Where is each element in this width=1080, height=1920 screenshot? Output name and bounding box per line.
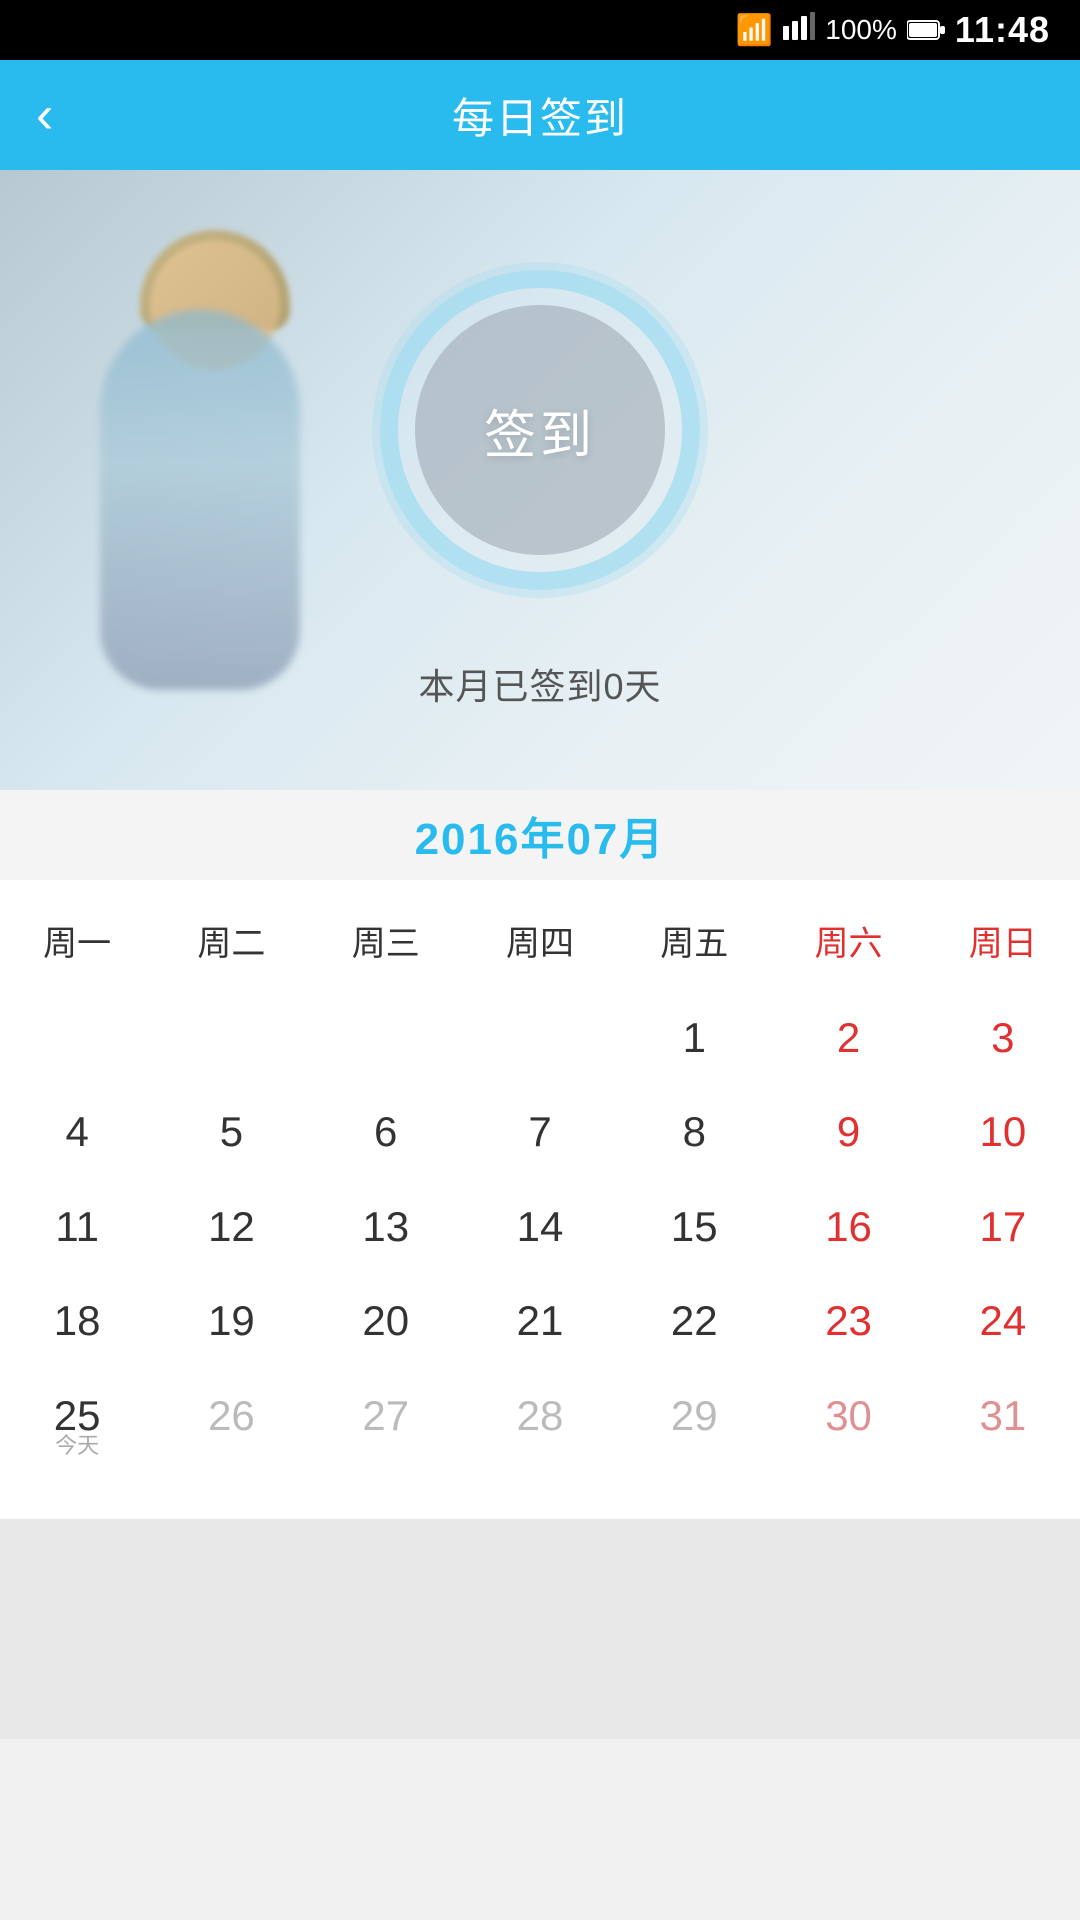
checkin-status-text: 本月已签到0天 — [418, 658, 661, 710]
weekday-sun: 周日 — [926, 900, 1080, 981]
day-cell-30[interactable]: 30 — [771, 1369, 925, 1479]
checkin-outer-ring: 签到 — [380, 270, 700, 590]
day-cell-13[interactable]: 13 — [309, 1180, 463, 1274]
weekday-sat: 周六 — [771, 900, 925, 981]
status-icons: 📶 100% 11:48 — [736, 9, 1050, 51]
day-cell-28[interactable]: 28 — [463, 1369, 617, 1479]
battery-percent: 100% — [825, 14, 897, 46]
calendar-month-header: 2016年07月 — [0, 790, 1080, 880]
day-cell-14[interactable]: 14 — [463, 1180, 617, 1274]
weekday-fri: 周五 — [617, 900, 771, 981]
wifi-icon: 📶 — [736, 13, 773, 48]
status-bar: 📶 100% 11:48 — [0, 0, 1080, 60]
day-cell — [154, 991, 308, 1085]
day-cell-12[interactable]: 12 — [154, 1180, 308, 1274]
day-cell — [309, 991, 463, 1085]
day-cell-17[interactable]: 17 — [926, 1180, 1080, 1274]
weekday-mon: 周一 — [0, 900, 154, 981]
day-cell-16[interactable]: 16 — [771, 1180, 925, 1274]
day-cell-10[interactable]: 10 — [926, 1085, 1080, 1179]
day-cell-3[interactable]: 3 — [926, 991, 1080, 1085]
calendar-weekdays: 周一 周二 周三 周四 周五 周六 周日 — [0, 880, 1080, 991]
signal-icon — [783, 12, 815, 48]
day-cell-1[interactable]: 1 — [617, 991, 771, 1085]
weekday-thu: 周四 — [463, 900, 617, 981]
day-cell-11[interactable]: 11 — [0, 1180, 154, 1274]
day-cell-2[interactable]: 2 — [771, 991, 925, 1085]
day-cell-25-today[interactable]: 25 今天 — [0, 1369, 154, 1479]
day-cell-20[interactable]: 20 — [309, 1274, 463, 1368]
day-cell-19[interactable]: 19 — [154, 1274, 308, 1368]
day-cell — [463, 991, 617, 1085]
checkin-button-wrap: 签到 — [380, 270, 700, 590]
day-cell-23[interactable]: 23 — [771, 1274, 925, 1368]
day-cell-29[interactable]: 29 — [617, 1369, 771, 1479]
day-cell-22[interactable]: 22 — [617, 1274, 771, 1368]
checkin-button[interactable]: 签到 — [415, 305, 665, 555]
back-button[interactable]: ‹ — [36, 89, 53, 141]
weekday-tue: 周二 — [154, 900, 308, 981]
status-time: 11:48 — [955, 9, 1050, 51]
hero-figure — [40, 230, 420, 730]
hero-section: 签到 本月已签到0天 — [0, 170, 1080, 790]
today-label: 今天 — [0, 1435, 154, 1457]
battery-icon — [907, 19, 945, 41]
figure-body — [100, 310, 300, 690]
footer-area — [0, 1519, 1080, 1739]
day-cell — [0, 991, 154, 1085]
weekday-wed: 周三 — [309, 900, 463, 981]
day-cell-21[interactable]: 21 — [463, 1274, 617, 1368]
day-cell-4[interactable]: 4 — [0, 1085, 154, 1179]
day-cell-18[interactable]: 18 — [0, 1274, 154, 1368]
day-cell-5[interactable]: 5 — [154, 1085, 308, 1179]
app-bar: ‹ 每日签到 — [0, 60, 1080, 170]
day-cell-27[interactable]: 27 — [309, 1369, 463, 1479]
day-cell-26[interactable]: 26 — [154, 1369, 308, 1479]
calendar-section: 2016年07月 周一 周二 周三 周四 周五 周六 周日 1 2 3 4 5 … — [0, 790, 1080, 1519]
day-cell-7[interactable]: 7 — [463, 1085, 617, 1179]
app-bar-title: 每日签到 — [452, 85, 628, 146]
day-cell-24[interactable]: 24 — [926, 1274, 1080, 1368]
calendar-grid: 1 2 3 4 5 6 7 8 9 10 11 12 13 14 15 16 1… — [0, 991, 1080, 1479]
day-cell-6[interactable]: 6 — [309, 1085, 463, 1179]
day-cell-15[interactable]: 15 — [617, 1180, 771, 1274]
day-cell-9[interactable]: 9 — [771, 1085, 925, 1179]
day-cell-8[interactable]: 8 — [617, 1085, 771, 1179]
calendar-month-title: 2016年07月 — [415, 803, 666, 867]
day-cell-31[interactable]: 31 — [926, 1369, 1080, 1479]
checkin-button-label: 签到 — [484, 393, 596, 468]
